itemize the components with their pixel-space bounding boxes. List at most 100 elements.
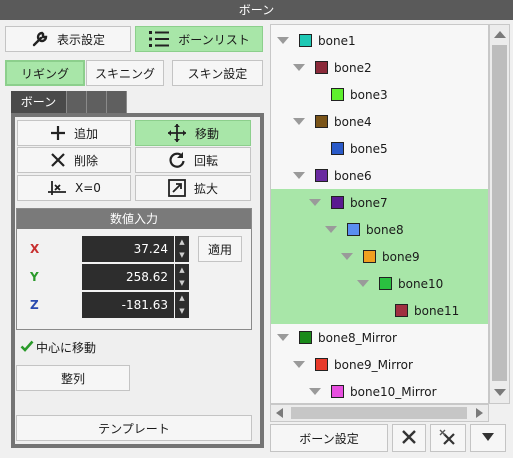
tree-horizontal-scroll-thumb[interactable] [291,407,467,419]
template-label: テンプレート [98,421,170,436]
bone-name: bone1 [318,33,356,48]
expand-triangle-icon[interactable] [293,118,305,125]
bone-color-swatch[interactable] [347,223,360,236]
expand-triangle-icon[interactable] [293,361,305,368]
bone-color-swatch[interactable] [299,331,312,344]
align-button[interactable]: 整列 [16,365,130,391]
bone-tree-row[interactable]: bone10 [271,270,488,297]
x-icon [50,152,66,168]
bone-name: bone6 [334,168,372,183]
skin-settings-button[interactable]: スキン設定 [172,60,263,86]
bone-tree-row[interactable]: bone4 [271,108,488,135]
align-label: 整列 [60,371,85,386]
bone-tree-row[interactable]: bone6 [271,162,488,189]
checkmark-icon [20,339,34,356]
rigging-label: リギング [20,66,69,81]
tab-3[interactable] [87,91,107,113]
bone-color-swatch[interactable] [315,358,328,371]
expand-triangle-icon[interactable] [293,64,305,71]
add-button[interactable]: 追加 [17,120,131,146]
x-zero-button[interactable]: X=0 [17,175,131,201]
display-settings-button[interactable]: 表示設定 [5,26,131,52]
bone-color-swatch[interactable] [315,115,328,128]
tab-2[interactable] [67,91,87,113]
tab-bone[interactable]: ボーン [11,91,67,113]
scale-button[interactable]: 拡大 [135,175,251,201]
rotate-label: 回転 [193,153,218,168]
bone-settings-button[interactable]: ボーン設定 [270,424,388,452]
apply-button[interactable]: 適用 [198,236,242,262]
bone-color-swatch[interactable] [331,88,344,101]
scroll-left-arrow-icon[interactable] [276,408,283,418]
skinning-button[interactable]: スキニング [86,60,164,86]
bone-tree-row[interactable]: bone9_Mirror [271,351,488,378]
z-value-spinner[interactable]: ▲ ▼ [175,292,189,318]
bone-color-swatch[interactable] [395,304,408,317]
bone-tree-row[interactable]: bone3 [271,81,488,108]
bone-tree-row[interactable]: bone7 [271,189,488,216]
list-icon [148,30,170,48]
bone-name: bone8 [366,222,404,237]
expand-triangle-icon[interactable] [277,37,289,44]
bone-tree-row[interactable]: bone8_Mirror [271,324,488,351]
tree-vertical-scroll-thumb[interactable] [492,45,507,381]
expand-triangle-icon[interactable] [341,253,353,260]
bone-tree: bone1 bone2 bone3 bone4 bone5 bone6 bone7 bone8… [270,24,489,404]
numeric-input-header: 数値入力 [17,209,251,229]
add-label: 追加 [73,126,98,141]
expand-triangle-icon[interactable] [309,199,321,206]
bone-color-swatch[interactable] [331,196,344,209]
scroll-up-arrow-icon[interactable] [494,31,506,38]
dropdown-button[interactable] [470,424,506,452]
bone-tree-row[interactable]: bone1 [271,27,488,54]
expand-triangle-icon[interactable] [277,334,289,341]
bone-color-swatch[interactable] [331,385,344,398]
template-button[interactable]: テンプレート [16,415,252,441]
bone-tree-row[interactable]: bone8 [271,216,488,243]
bone-color-swatch[interactable] [315,61,328,74]
tab-4[interactable] [107,91,127,113]
expand-triangle-icon[interactable] [293,172,305,179]
scroll-right-arrow-icon[interactable] [476,408,483,418]
bone-name: bone8_Mirror [318,330,397,345]
y-value-field[interactable]: 258.62 [82,264,174,290]
delete-button[interactable]: 削除 [17,147,131,173]
bone-tree-row[interactable]: bone10_Mirror [271,378,488,403]
bone-name: bone2 [334,60,372,75]
tree-vertical-scrollbar[interactable] [489,24,510,404]
z-value-field[interactable]: -181.63 [82,292,174,318]
bone-color-swatch[interactable] [379,277,392,290]
rigging-button[interactable]: リギング [5,60,85,86]
expand-triangle-icon[interactable] [357,280,369,287]
x-value-spinner[interactable]: ▲ ▼ [175,236,189,262]
x-value-field[interactable]: 37.24 [82,236,174,262]
close-all-button[interactable] [430,424,466,452]
bone-name: bone7 [350,195,388,210]
bone-name: bone9 [382,249,420,264]
bone-list-button[interactable]: ボーンリスト [135,26,263,52]
bone-color-swatch[interactable] [299,34,312,47]
bone-list-label: ボーンリスト [178,32,250,47]
move-arrows-icon [167,123,187,143]
bone-color-swatch[interactable] [363,250,376,263]
scroll-down-arrow-icon[interactable] [494,389,506,396]
move-button[interactable]: 移動 [135,120,251,146]
bone-tree-row[interactable]: bone9 [271,243,488,270]
expand-triangle-icon[interactable] [325,226,337,233]
close-button[interactable] [392,424,426,452]
tree-horizontal-scrollbar[interactable] [270,404,489,422]
expand-triangle-icon[interactable] [309,388,321,395]
rotate-button[interactable]: 回転 [135,147,251,173]
x-axis-label: X [30,242,40,256]
bone-color-swatch[interactable] [315,169,328,182]
bone-tree-row[interactable]: bone5 [271,135,488,162]
bone-name: bone3 [350,87,388,102]
move-to-center-checkbox[interactable]: 中心に移動 [20,339,96,356]
bone-color-swatch[interactable] [331,142,344,155]
bone-tree-row[interactable]: bone2 [271,54,488,81]
scrollbar-corner [489,404,510,422]
bone-tree-row[interactable]: bone11 [271,297,488,324]
bone-name: bone9_Mirror [334,357,413,372]
delete-label: 削除 [73,153,98,168]
y-value-spinner[interactable]: ▲ ▼ [175,264,189,290]
